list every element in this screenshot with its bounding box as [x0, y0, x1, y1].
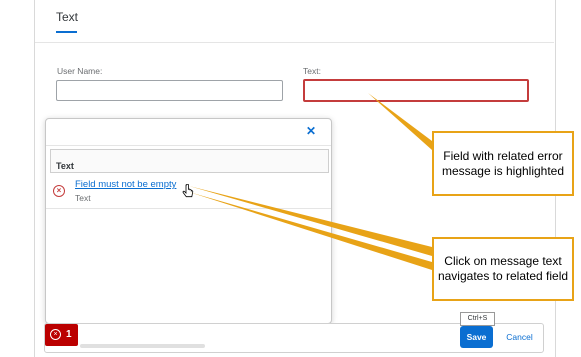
callout-highlight: Field with related error message is high…: [432, 131, 574, 196]
callout-highlight-text: Field with related error message is high…: [441, 148, 565, 178]
callout-navigate: Click on message text navigates to relat…: [432, 237, 574, 301]
callout-arrow-highlight: [368, 93, 432, 150]
callout-arrow-navigate-2: [189, 192, 432, 270]
callout-arrow-navigate-1: [189, 186, 432, 256]
callout-navigate-text: Click on message text navigates to relat…: [437, 254, 569, 283]
